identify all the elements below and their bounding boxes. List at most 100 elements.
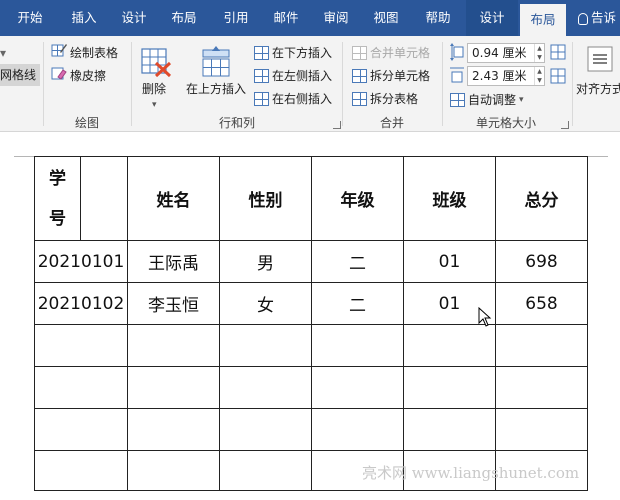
insert-right-icon xyxy=(254,92,269,106)
student-table[interactable]: 学 号 姓名 性别 年级 班级 总分 20210101 王际禹 男 二 01 6… xyxy=(34,156,588,491)
table-cell[interactable] xyxy=(495,324,588,367)
row-height-input[interactable]: 0.94 厘米 ▲ ▼ xyxy=(467,43,545,63)
lightbulb-icon xyxy=(578,12,588,25)
tab-home[interactable]: 开始 xyxy=(8,0,52,36)
insert-above-label-wrap[interactable]: 在上方插入 xyxy=(186,78,246,100)
margin-corner-left xyxy=(14,156,34,157)
table-cell[interactable] xyxy=(127,324,220,367)
column-width-input[interactable]: 2.43 厘米 ▲ ▼ xyxy=(467,66,545,86)
table-cell-name[interactable]: 王际禹 xyxy=(127,240,220,283)
alignment-label-wrap[interactable]: 对齐方式 xyxy=(576,78,620,100)
table-cell[interactable] xyxy=(127,408,220,451)
table-cell[interactable] xyxy=(34,408,128,451)
merge-cells-button[interactable]: 合并单元格 xyxy=(352,42,430,64)
table-cell-gender[interactable]: 男 xyxy=(219,240,312,283)
split-cells-icon xyxy=(352,69,367,83)
group-separator xyxy=(572,42,573,126)
insert-below-label: 在下方插入 xyxy=(272,46,333,60)
ribbon: ▾ 网格线 绘制表格 橡皮擦 绘图 删除 ▾ 在上方插入 在下方插入 在左侧插入 xyxy=(0,36,620,132)
tab-table-design[interactable]: 设计 xyxy=(466,0,518,36)
table-row-empty xyxy=(34,408,588,451)
table-cell[interactable] xyxy=(311,366,404,409)
table-cell[interactable] xyxy=(495,408,588,451)
table-cell-grade[interactable]: 二 xyxy=(311,240,404,283)
delete-dropdown-arrow[interactable]: ▾ xyxy=(152,94,157,116)
tab-mailings[interactable]: 邮件 xyxy=(264,0,308,36)
table-cell[interactable] xyxy=(34,450,128,491)
table-cell-grade[interactable]: 二 xyxy=(311,282,404,325)
tab-design[interactable]: 设计 xyxy=(112,0,156,36)
header-cell-gender[interactable]: 性别 xyxy=(219,156,312,241)
insert-below-button[interactable]: 在下方插入 xyxy=(254,42,332,64)
alignment-button[interactable] xyxy=(587,46,613,75)
autofit-label: 自动调整 xyxy=(468,93,517,107)
header-cell-total[interactable]: 总分 xyxy=(495,156,588,241)
table-cell-class[interactable]: 01 xyxy=(403,240,496,283)
table-cell[interactable] xyxy=(495,366,588,409)
header-cell-name[interactable]: 姓名 xyxy=(127,156,220,241)
insert-left-button[interactable]: 在左侧插入 xyxy=(254,65,332,87)
row-height-spinner[interactable]: ▲ ▼ xyxy=(534,44,544,62)
split-cells-label: 拆分单元格 xyxy=(370,69,431,83)
draw-group-label: 绘图 xyxy=(74,116,99,130)
table-cell[interactable] xyxy=(403,324,496,367)
table-cell[interactable] xyxy=(311,408,404,451)
table-cell[interactable] xyxy=(403,366,496,409)
insert-right-label: 在右侧插入 xyxy=(272,92,333,106)
tab-insert[interactable]: 插入 xyxy=(62,0,106,36)
table-cell-gender[interactable]: 女 xyxy=(219,282,312,325)
table-cell[interactable] xyxy=(311,324,404,367)
merge-group-label: 合并 xyxy=(379,116,404,130)
delete-button[interactable] xyxy=(140,46,172,81)
tab-references[interactable]: 引用 xyxy=(214,0,258,36)
table-cell[interactable] xyxy=(219,324,312,367)
table-cell-total[interactable]: 658 xyxy=(495,282,588,325)
table-cell[interactable] xyxy=(34,366,128,409)
header-cell-student-id[interactable]: 学 号 xyxy=(34,156,81,241)
cell-size-dialog-launcher[interactable] xyxy=(561,121,569,129)
autofit-icon xyxy=(450,93,465,107)
tab-layout[interactable]: 布局 xyxy=(162,0,206,36)
tell-me-label: 告诉 xyxy=(591,10,617,25)
table-cell[interactable] xyxy=(127,450,220,491)
insert-below-icon xyxy=(254,46,269,60)
rows-columns-dialog-launcher[interactable] xyxy=(333,121,341,129)
table-cell[interactable] xyxy=(219,366,312,409)
header-cell-empty[interactable] xyxy=(80,156,128,241)
autofit-dropdown-arrow: ▾ xyxy=(519,95,524,105)
table-cell[interactable] xyxy=(34,324,128,367)
draw-table-button[interactable]: 绘制表格 xyxy=(51,42,118,64)
eraser-button[interactable]: 橡皮擦 xyxy=(51,65,106,87)
split-cells-button[interactable]: 拆分单元格 xyxy=(352,65,430,87)
autofit-button[interactable]: 自动调整 ▾ xyxy=(450,89,524,111)
view-gridlines-button[interactable]: 网格线 xyxy=(0,64,41,86)
header-cell-grade[interactable]: 年级 xyxy=(311,156,404,241)
column-width-spinner[interactable]: ▲ ▼ xyxy=(534,67,544,85)
pencil-table-icon xyxy=(51,42,67,65)
table-cell-student-id[interactable]: 20210101 xyxy=(34,240,128,283)
table-cell[interactable] xyxy=(127,366,220,409)
mouse-pointer-icon xyxy=(478,306,492,330)
row-height-value: 0.94 厘米 xyxy=(472,46,527,60)
tell-me-search[interactable]: 告诉 xyxy=(578,0,620,36)
tab-view[interactable]: 视图 xyxy=(364,0,408,36)
split-table-button[interactable]: 拆分表格 xyxy=(352,88,418,110)
tab-review[interactable]: 审阅 xyxy=(314,0,358,36)
select-button[interactable]: ▾ xyxy=(0,42,6,64)
table-cell-student-id[interactable]: 20210102 xyxy=(34,282,128,325)
tab-help[interactable]: 帮助 xyxy=(416,0,460,36)
table-cell[interactable] xyxy=(219,450,312,491)
insert-above-button[interactable] xyxy=(200,46,232,81)
distribute-rows-icon xyxy=(550,44,566,63)
merge-cells-label: 合并单元格 xyxy=(370,46,431,60)
header-cell-class[interactable]: 班级 xyxy=(403,156,496,241)
table-cell-name[interactable]: 李玉恒 xyxy=(127,282,220,325)
tab-table-layout[interactable]: 布局 xyxy=(520,4,566,36)
view-gridlines-label: 网格线 xyxy=(0,68,37,82)
table-cell-total[interactable]: 698 xyxy=(495,240,588,283)
table-cell[interactable] xyxy=(403,408,496,451)
table-row-empty xyxy=(34,366,588,409)
insert-right-button[interactable]: 在右侧插入 xyxy=(254,88,332,110)
table-row: 20210102 李玉恒 女 二 01 658 xyxy=(34,282,588,325)
table-cell[interactable] xyxy=(219,408,312,451)
